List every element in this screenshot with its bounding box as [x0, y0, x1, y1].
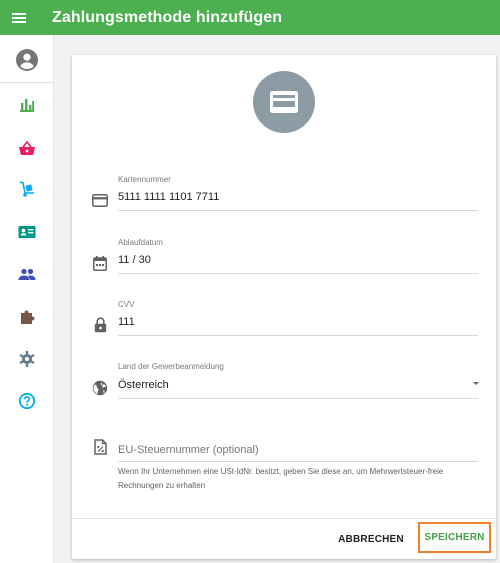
lock-icon [91, 316, 109, 334]
cvv-field[interactable]: 111 [118, 316, 135, 328]
cancel-button[interactable]: ABBRECHEN [334, 527, 408, 551]
cvv-underline [118, 335, 478, 336]
expiry-label: Ablaufdatum [118, 238, 163, 247]
credit-card-icon [91, 191, 109, 209]
calendar-icon [91, 254, 109, 272]
card-number-field[interactable]: 5111 1111 1101 7711 [118, 191, 219, 203]
contact-card-icon[interactable] [16, 221, 38, 243]
chevron-down-icon[interactable] [473, 382, 479, 385]
globe-icon [91, 379, 109, 397]
card-number-label: Kartennummer [118, 175, 171, 184]
country-label: Land der Gewerbeanmeldung [118, 362, 224, 371]
vat-number-input[interactable]: EU-Steuernummer (optional) [118, 444, 259, 456]
save-button[interactable]: SPEICHERN [418, 522, 491, 553]
bar-chart-icon[interactable] [16, 94, 38, 116]
shopping-basket-icon[interactable] [16, 138, 38, 160]
expiry-underline [118, 273, 478, 274]
sidebar [0, 35, 54, 563]
hand-truck-icon[interactable] [16, 178, 38, 200]
cvv-label: CVV [118, 300, 135, 309]
gear-icon[interactable] [16, 348, 38, 370]
app-bar: Zahlungsmethode hinzufügen [0, 0, 500, 35]
page-title: Zahlungsmethode hinzufügen [52, 8, 283, 26]
vat-number-hint: Wenn Ihr Unternehmen eine USt-IdNr. besi… [118, 467, 444, 490]
card-number-underline [118, 210, 478, 211]
account-circle-icon[interactable] [15, 48, 39, 72]
help-circle-icon[interactable] [16, 390, 38, 412]
payment-form-card: Kartennummer 5111 1111 1101 7711 Ablaufd… [72, 55, 496, 559]
menu-icon[interactable] [12, 0, 40, 35]
people-icon[interactable] [16, 263, 38, 285]
country-select[interactable]: Österreich [118, 379, 169, 391]
credit-card-icon [253, 71, 315, 133]
card-actions-divider [72, 518, 496, 519]
percent-document-icon [91, 438, 109, 456]
sidebar-divider [0, 82, 54, 83]
country-underline [118, 398, 478, 399]
puzzle-extension-icon[interactable] [16, 306, 38, 328]
expiry-field[interactable]: 11 / 30 [118, 254, 151, 266]
vat-number-underline [118, 461, 478, 462]
